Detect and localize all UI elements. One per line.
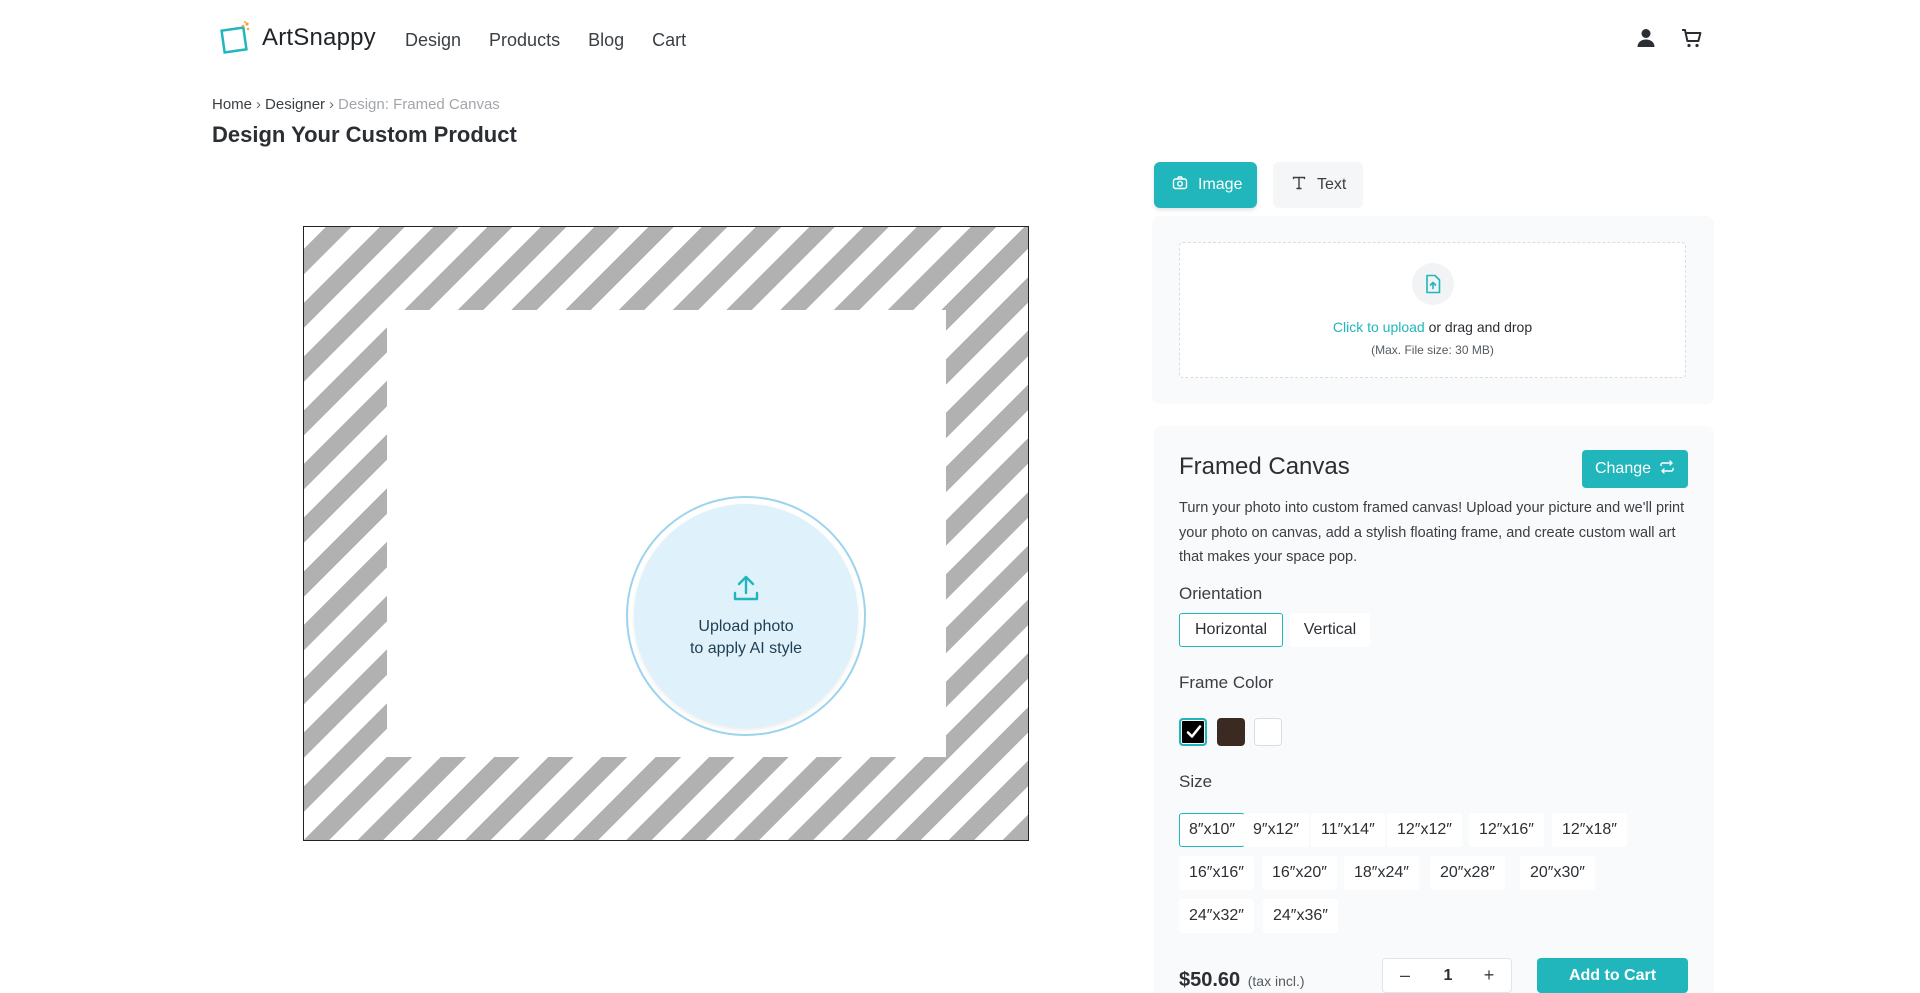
breadcrumb-separator: › — [329, 96, 335, 113]
user-icon[interactable] — [1634, 26, 1658, 50]
tab-image[interactable]: Image — [1154, 162, 1257, 208]
size-option[interactable]: 9″x12″ — [1243, 813, 1310, 847]
size-option[interactable]: 11″x14″ — [1311, 813, 1385, 847]
canvas-print-area: Upload photo to apply AI style — [387, 310, 946, 757]
size-option[interactable]: 8″x10″ — [1179, 813, 1246, 847]
click-to-upload-link[interactable]: Click to upload — [1333, 319, 1425, 335]
tab-text[interactable]: Text — [1273, 162, 1363, 208]
product-panel: Framed Canvas Change Turn your photo int… — [1154, 426, 1714, 993]
frame-color-white[interactable] — [1254, 718, 1282, 746]
canvas-preview: Upload photo to apply AI style — [303, 226, 1029, 841]
orientation-vertical[interactable]: Vertical — [1290, 613, 1370, 647]
text-icon — [1291, 175, 1307, 196]
design-tabs: Image Text — [1154, 162, 1363, 208]
checkmark-icon — [1184, 722, 1204, 747]
add-to-cart-button[interactable]: Add to Cart — [1537, 958, 1688, 993]
breadcrumb-home[interactable]: Home — [212, 96, 252, 113]
upload-photo-button[interactable]: Upload photo to apply AI style — [626, 496, 866, 736]
change-button-label: Change — [1594, 460, 1652, 477]
quantity-stepper: – 1 + — [1382, 958, 1512, 993]
frame-color-brown[interactable] — [1217, 718, 1245, 746]
drag-drop-text: or drag and drop — [1424, 319, 1533, 335]
breadcrumb-separator: › — [256, 96, 262, 113]
size-option[interactable]: 24″x32″ — [1179, 899, 1254, 933]
size-option[interactable]: 16″x16″ — [1179, 856, 1254, 890]
orientation-horizontal[interactable]: Horizontal — [1179, 613, 1283, 647]
site-header: ArtSnappy Design Products Blog Cart — [212, 18, 1712, 66]
nav-blog[interactable]: Blog — [588, 30, 624, 51]
size-option[interactable]: 12″x18″ — [1552, 813, 1627, 847]
add-to-cart-label: Add to Cart — [1568, 966, 1657, 984]
size-option[interactable]: 12″x16″ — [1469, 813, 1544, 847]
size-option[interactable]: 12″x12″ — [1387, 813, 1462, 847]
logo-icon — [220, 20, 252, 56]
nav-cart[interactable]: Cart — [652, 30, 686, 51]
camera-icon — [1172, 175, 1188, 196]
tab-image-label: Image — [1198, 176, 1243, 193]
upload-icon — [731, 573, 761, 608]
product-name: Framed Canvas — [1179, 453, 1350, 480]
breadcrumb-current: Design: Framed Canvas — [338, 96, 500, 113]
size-option[interactable]: 18″x24″ — [1344, 856, 1419, 890]
quantity-increase-button[interactable]: + — [1477, 965, 1501, 986]
header-icons — [1634, 26, 1704, 50]
tab-text-label: Text — [1317, 176, 1347, 193]
upload-photo-line1: Upload photo — [698, 617, 794, 635]
nav-products[interactable]: Products — [489, 30, 560, 51]
breadcrumb-designer[interactable]: Designer — [265, 96, 325, 113]
file-upload-icon — [1412, 263, 1454, 305]
size-option[interactable]: 16″x20″ — [1262, 856, 1337, 890]
quantity-decrease-button[interactable]: – — [1393, 965, 1417, 986]
size-label: Size — [1179, 772, 1213, 791]
page-title: Design Your Custom Product — [212, 122, 517, 147]
nav-design[interactable]: Design — [405, 30, 461, 51]
quantity-value[interactable]: 1 — [1423, 967, 1473, 985]
logo-text: ArtSnappy — [262, 24, 376, 51]
breadcrumb: Home › Designer › Design: Framed Canvas — [212, 96, 500, 113]
main-nav: Design Products Blog Cart — [405, 30, 686, 51]
cart-icon[interactable] — [1680, 26, 1704, 50]
frame-color-black[interactable] — [1179, 718, 1207, 746]
size-option[interactable]: 24″x36″ — [1263, 899, 1338, 933]
max-file-size: (Max. File size: 30 MB) — [1371, 343, 1494, 357]
file-dropzone[interactable]: Click to upload or drag and drop (Max. F… — [1179, 242, 1686, 378]
change-product-button[interactable]: Change — [1582, 450, 1688, 488]
size-option[interactable]: 20″x28″ — [1430, 856, 1505, 890]
frame-color-label: Frame Color — [1179, 673, 1274, 692]
logo[interactable]: ArtSnappy — [220, 20, 376, 56]
upload-photo-circle: Upload photo to apply AI style — [634, 504, 858, 728]
upload-instructions: Click to upload or drag and drop — [1180, 319, 1685, 335]
swap-icon — [1659, 459, 1675, 480]
orientation-label: Orientation — [1179, 584, 1263, 603]
upload-photo-line2: to apply AI style — [689, 639, 803, 657]
product-description: Turn your photo into custom framed canva… — [1179, 500, 1685, 565]
size-option[interactable]: 20″x30″ — [1520, 856, 1595, 890]
upload-panel: Click to upload or drag and drop (Max. F… — [1152, 216, 1714, 404]
